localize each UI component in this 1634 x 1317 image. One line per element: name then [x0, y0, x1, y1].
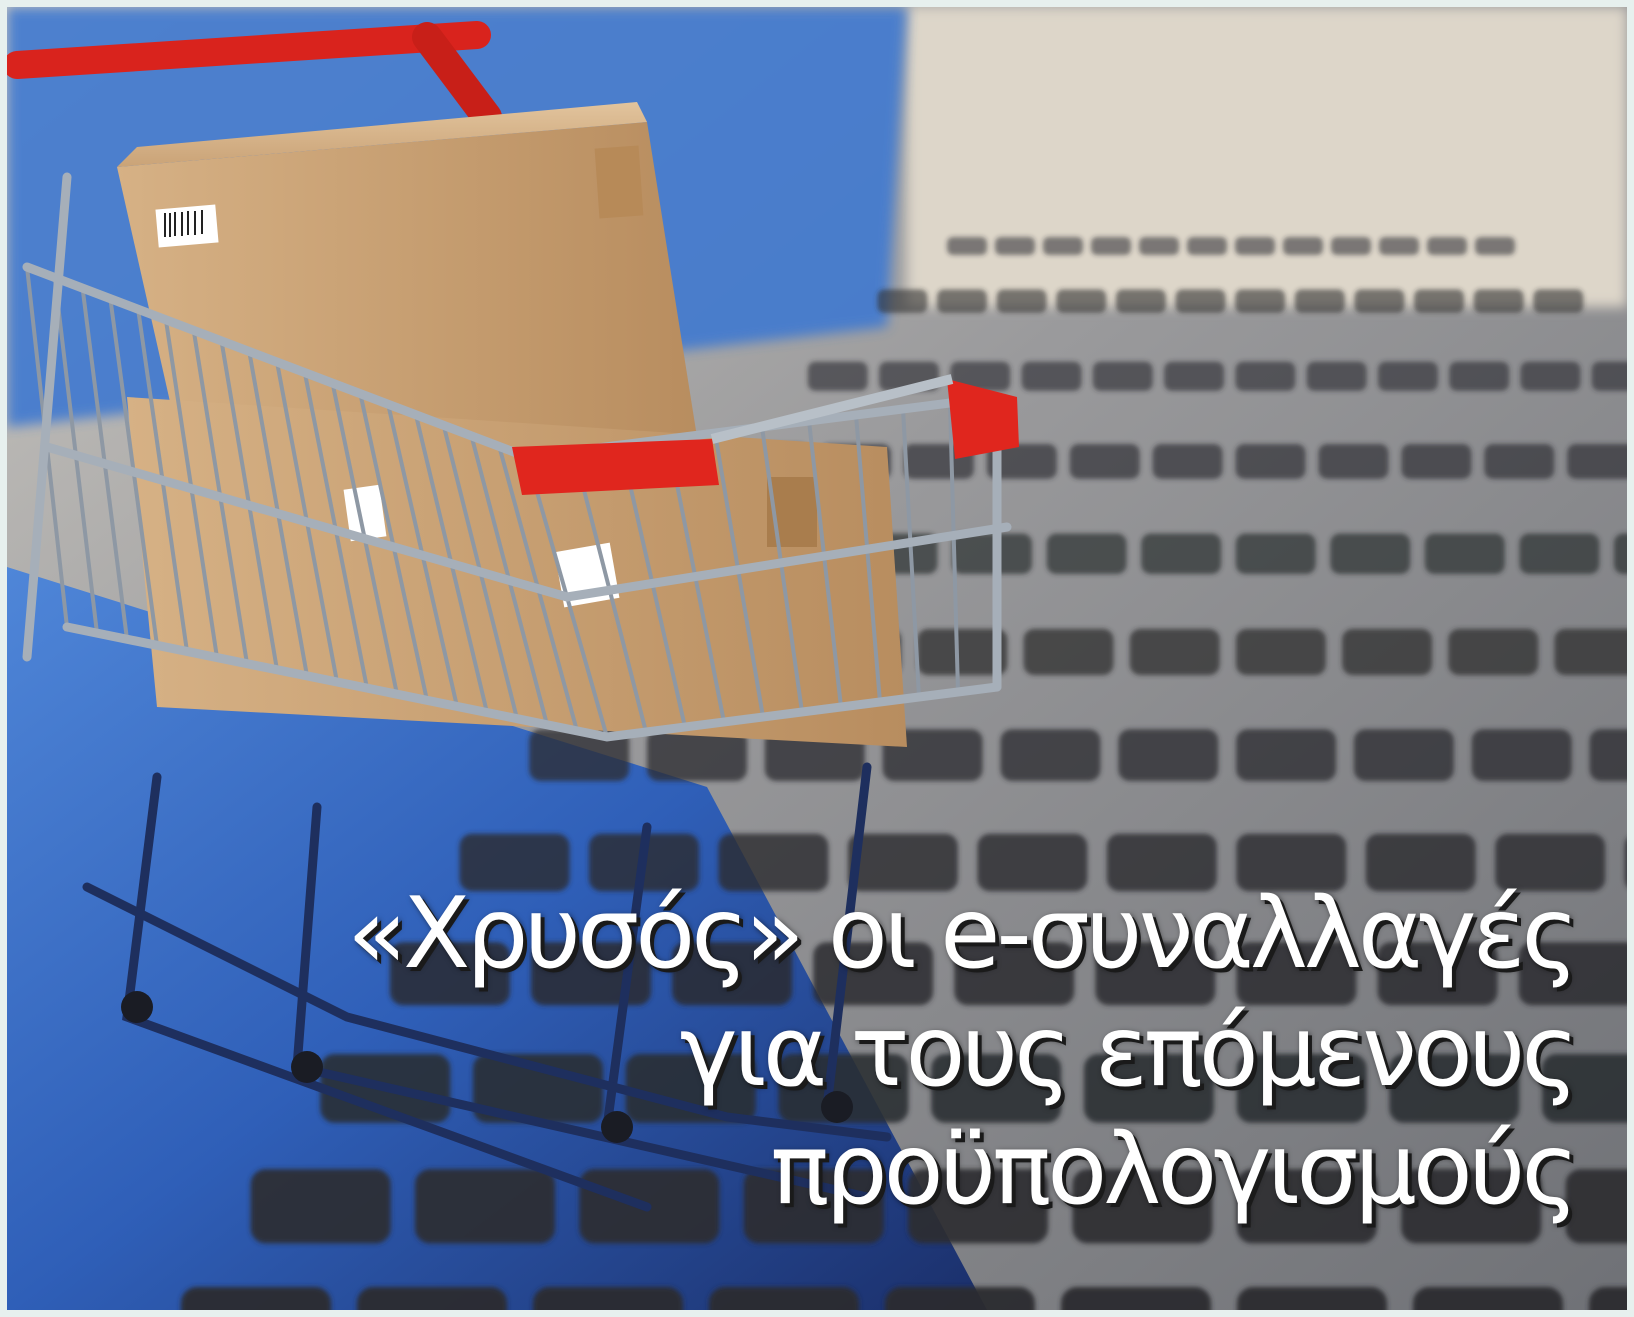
keyboard-key [1043, 237, 1083, 255]
keyboard-key [1118, 729, 1219, 782]
keyboard-key [885, 1287, 1035, 1310]
keyboard-key [1427, 237, 1467, 255]
keyboard-key [709, 1287, 859, 1310]
keyboard-key [1330, 533, 1411, 575]
keyboard-key [1139, 237, 1179, 255]
keyboard-key [1475, 237, 1515, 255]
keyboard-key [1000, 729, 1101, 782]
headline-line-1: «Χρυσός» οι e-συναλλαγές [347, 877, 1579, 991]
keyboard-key [1554, 628, 1627, 676]
keyboard-key [1294, 289, 1345, 314]
article-headline: «Χρυσός» οι e-συναλλαγές για τους επόμεν… [347, 875, 1579, 1229]
keyboard-key [1235, 289, 1286, 314]
keyboard-key [1175, 289, 1226, 314]
keyboard-key [1449, 361, 1510, 391]
headline-line-2: για τους επόμενους [679, 995, 1579, 1109]
keyboard-key [1056, 289, 1107, 314]
keyboard-key [1069, 443, 1140, 479]
keyboard-key [1235, 628, 1326, 676]
keyboard-key [1115, 289, 1166, 314]
keyboard-key [1473, 289, 1524, 314]
keyboard-key [1353, 729, 1454, 782]
keyboard-key [1235, 237, 1275, 255]
keyboard-key [1021, 361, 1082, 391]
article-photo: «Χρυσός» οι e-συναλλαγές για τους επόμεν… [7, 7, 1627, 1310]
keyboard-key [1023, 628, 1114, 676]
keyboard-key [1283, 237, 1323, 255]
keyboard-key [1471, 729, 1572, 782]
keyboard-key [1354, 289, 1405, 314]
keyboard-key [1613, 533, 1627, 575]
keyboard-key [1448, 628, 1539, 676]
keyboard-key [1236, 729, 1337, 782]
keyboard-key [995, 237, 1035, 255]
keyboard-key [807, 361, 868, 391]
keyboard-key [1235, 361, 1296, 391]
keyboard-key [947, 237, 987, 255]
keyboard-key [1318, 443, 1389, 479]
keyboard-key [1377, 361, 1438, 391]
keyboard-key [996, 289, 1047, 314]
keyboard-key [1589, 729, 1627, 782]
keyboard-key [1413, 1287, 1563, 1310]
keyboard-key [1591, 361, 1627, 391]
keyboard-key [1141, 533, 1222, 575]
keyboard-key [1533, 289, 1584, 314]
keyboard-key [1046, 533, 1127, 575]
keyboard-key [1331, 237, 1371, 255]
keyboard-key [1187, 237, 1227, 255]
keyboard-key [357, 1287, 507, 1310]
bright-window-blur [907, 7, 1627, 307]
keyboard-key [937, 289, 987, 314]
keyboard-key [1061, 1287, 1211, 1310]
keyboard-key [952, 533, 1033, 575]
keyboard-key [1091, 237, 1131, 255]
headline-line-3: προϋπολογισμούς [770, 1113, 1579, 1227]
keyboard-key [1484, 443, 1555, 479]
keyboard-key [533, 1287, 683, 1310]
keyboard-key [1306, 361, 1367, 391]
keyboard-key [1379, 237, 1419, 255]
keyboard-key [1092, 361, 1153, 391]
keyboard-key [1235, 533, 1316, 575]
keyboard-key [1424, 533, 1505, 575]
keyboard-key [1414, 289, 1465, 314]
keyboard-key [1342, 628, 1433, 676]
keyboard-key [1520, 361, 1581, 391]
keyboard-key [1152, 443, 1223, 479]
keyboard-key [877, 289, 928, 314]
keyboard-key [1567, 443, 1627, 479]
keyboard-key [1235, 443, 1306, 479]
keyboard-key [1164, 361, 1225, 391]
keyboard-key [181, 1287, 331, 1310]
keyboard-key [1519, 533, 1600, 575]
keyboard-key [1129, 628, 1220, 676]
keyboard-key [1237, 1287, 1387, 1310]
keyboard-key [1401, 443, 1472, 479]
